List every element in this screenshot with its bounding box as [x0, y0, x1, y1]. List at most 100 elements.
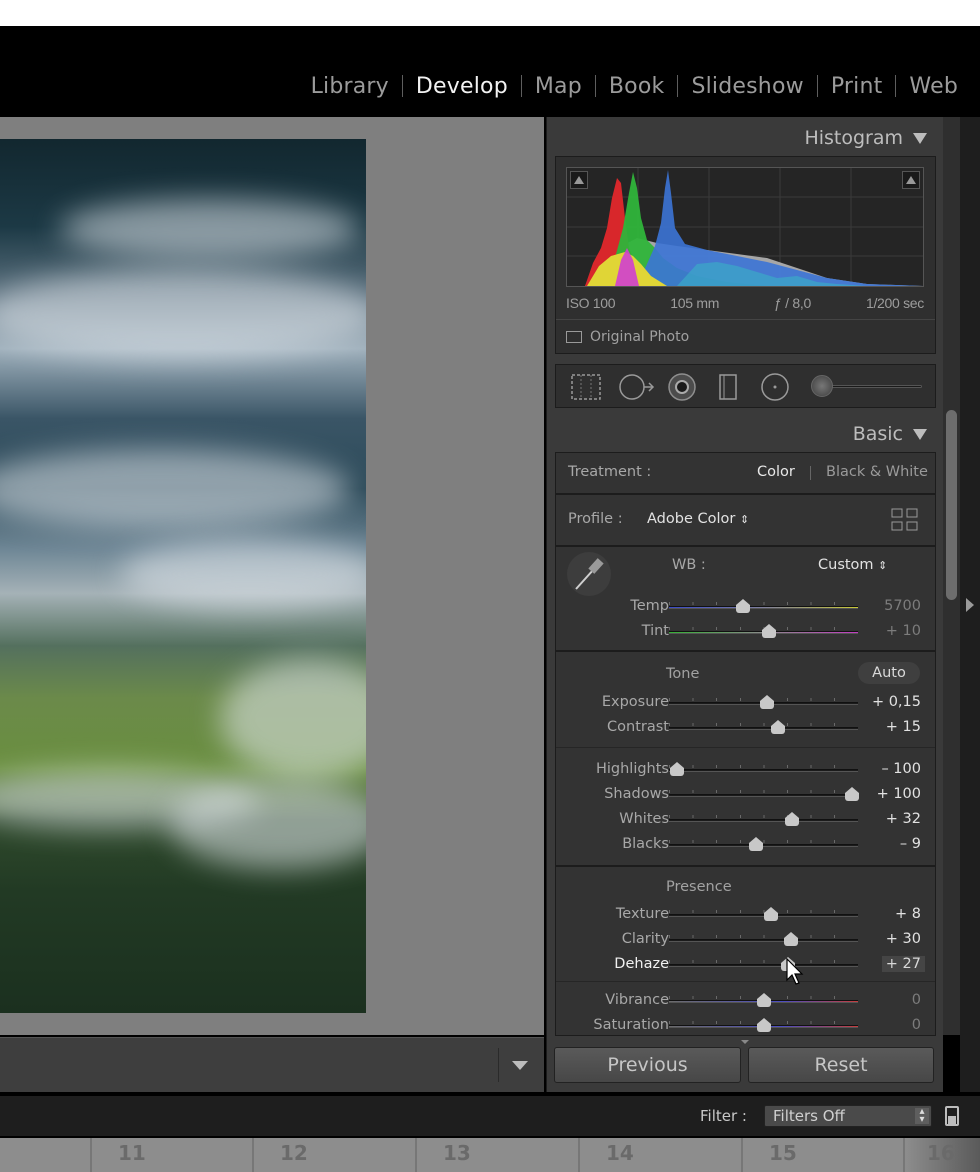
- dehaze-value[interactable]: + 27: [881, 956, 925, 972]
- red-eye-correction-icon[interactable]: [666, 373, 698, 403]
- filmstrip-thumb-number[interactable]: 11: [90, 1138, 252, 1172]
- mouse-cursor-icon: [786, 958, 804, 985]
- module-develop[interactable]: Develop: [403, 74, 521, 99]
- shadow-clipping-indicator-icon[interactable]: [570, 171, 588, 189]
- graduated-filter-icon[interactable]: [716, 373, 740, 401]
- collapse-triangle-icon[interactable]: [913, 428, 927, 440]
- crop-overlay-icon[interactable]: [570, 373, 602, 401]
- photo-canvas[interactable]: [0, 117, 544, 1035]
- module-book[interactable]: Book: [596, 74, 678, 99]
- saturation-slider-knob[interactable]: [756, 1018, 771, 1033]
- treatment-color-option[interactable]: Color: [757, 464, 795, 480]
- whites-slider-track[interactable]: [669, 819, 858, 822]
- saturation-slider-row[interactable]: Saturation 0: [556, 1015, 937, 1037]
- filmstrip-thumb-number[interactable]: 12: [252, 1138, 415, 1172]
- contrast-slider-track[interactable]: [669, 727, 858, 730]
- clarity-slider-row[interactable]: Clarity + 30: [556, 929, 937, 951]
- shadows-slider-row[interactable]: Shadows + 100: [556, 784, 937, 806]
- histogram-title: Histogram: [804, 127, 903, 149]
- wb-eyedropper-icon[interactable]: [566, 551, 612, 597]
- filmstrip-thumb-number[interactable]: 14: [578, 1138, 741, 1172]
- contrast-slider-knob[interactable]: [770, 720, 785, 735]
- temp-slider-track[interactable]: [669, 606, 858, 609]
- photo-toolbar: [0, 1037, 544, 1092]
- brush-size-slider-track[interactable]: [824, 385, 922, 388]
- whites-slider-knob[interactable]: [784, 812, 799, 827]
- auto-tone-button[interactable]: Auto: [858, 662, 920, 684]
- focal-length-value: 105 mm: [670, 295, 720, 311]
- shadows-slider-track[interactable]: [669, 794, 858, 797]
- module-print[interactable]: Print: [818, 74, 896, 99]
- filmstrip-thumb-number[interactable]: 15: [741, 1138, 903, 1172]
- module-map[interactable]: Map: [522, 74, 595, 99]
- shadows-slider-knob[interactable]: [845, 787, 860, 802]
- blacks-slider-row[interactable]: Blacks – 9: [556, 834, 937, 856]
- exposure-slider-row[interactable]: Exposure + 0,15: [556, 692, 937, 714]
- highlight-clipping-indicator-icon[interactable]: [902, 171, 920, 189]
- basic-header[interactable]: Basic: [853, 423, 927, 445]
- blacks-value[interactable]: – 9: [900, 836, 921, 852]
- histogram-panel: ISO 100 105 mm ƒ / 8,0 1/200 sec Origina…: [555, 156, 936, 354]
- temp-value[interactable]: 5700: [884, 598, 921, 614]
- exposure-value[interactable]: + 0,15: [872, 694, 921, 710]
- contrast-value[interactable]: + 15: [886, 719, 921, 735]
- temp-slider-row[interactable]: Temp 5700: [556, 596, 937, 618]
- shadows-slider-ticks: [669, 790, 858, 793]
- histogram-graph[interactable]: [566, 167, 924, 287]
- previous-button[interactable]: Previous: [554, 1047, 741, 1083]
- tint-slider-knob[interactable]: [762, 624, 777, 639]
- texture-value[interactable]: + 8: [895, 906, 921, 922]
- texture-slider-row[interactable]: Texture + 8: [556, 904, 937, 926]
- filmstrip-thumb-number[interactable]: 13: [415, 1138, 578, 1172]
- profile-browser-grid-icon[interactable]: [891, 508, 919, 532]
- highlights-slider-row[interactable]: Highlights – 100: [556, 759, 937, 781]
- vibrance-value[interactable]: 0: [912, 992, 921, 1008]
- tint-value[interactable]: + 10: [886, 623, 921, 639]
- filter-dropdown[interactable]: Filters Off ▴ ▾: [764, 1105, 932, 1127]
- clarity-slider-knob[interactable]: [783, 932, 798, 947]
- photo-preview[interactable]: [0, 139, 366, 1013]
- exposure-slider-knob[interactable]: [760, 695, 775, 710]
- blacks-slider-track[interactable]: [669, 844, 858, 847]
- wb-dropdown[interactable]: Custom ⇕: [818, 557, 887, 573]
- highlights-value[interactable]: – 100: [881, 761, 921, 777]
- module-slideshow[interactable]: Slideshow: [678, 74, 816, 99]
- tint-slider-row[interactable]: Tint + 10: [556, 621, 937, 643]
- temp-slider-knob[interactable]: [735, 599, 750, 614]
- reset-button[interactable]: Reset: [748, 1047, 934, 1083]
- highlights-slider-knob[interactable]: [669, 762, 684, 777]
- saturation-label: Saturation: [593, 1017, 669, 1033]
- dehaze-slider-row[interactable]: Dehaze + 27: [556, 954, 937, 976]
- clarity-value[interactable]: + 30: [886, 931, 921, 947]
- basic-title: Basic: [852, 423, 903, 445]
- contrast-slider-row[interactable]: Contrast + 15: [556, 717, 937, 739]
- highlights-slider-track[interactable]: [669, 769, 858, 772]
- filmstrip-thumb-number[interactable]: 16: [903, 1138, 980, 1172]
- module-web[interactable]: Web: [896, 74, 958, 99]
- collapse-triangle-icon[interactable]: [913, 132, 927, 144]
- histogram-header[interactable]: Histogram: [804, 127, 927, 149]
- original-photo-toggle[interactable]: Original Photo: [566, 329, 689, 345]
- profile-dropdown[interactable]: Adobe Color ⇕: [647, 511, 749, 527]
- brush-size-slider-knob[interactable]: [811, 375, 833, 397]
- vibrance-slider-knob[interactable]: [756, 993, 771, 1008]
- filter-lock-icon[interactable]: [945, 1106, 959, 1126]
- dehaze-slider-track[interactable]: [669, 964, 858, 967]
- toolbar-menu-arrow-icon[interactable]: [512, 1061, 528, 1070]
- whites-slider-row[interactable]: Whites + 32: [556, 809, 937, 831]
- clarity-slider-track[interactable]: [669, 939, 858, 942]
- panel-scrollbar-thumb[interactable]: [946, 410, 957, 600]
- saturation-value[interactable]: 0: [912, 1017, 921, 1033]
- blacks-slider-knob[interactable]: [748, 837, 763, 852]
- radial-filter-icon[interactable]: [760, 373, 790, 403]
- texture-slider-knob[interactable]: [764, 907, 779, 922]
- treatment-bw-option[interactable]: Black & White: [826, 464, 928, 480]
- shadows-label: Shadows: [604, 786, 669, 802]
- whites-value[interactable]: + 32: [886, 811, 921, 827]
- spot-removal-icon[interactable]: [618, 373, 656, 401]
- vibrance-slider-row[interactable]: Vibrance 0: [556, 990, 937, 1012]
- module-library[interactable]: Library: [298, 74, 402, 99]
- original-photo-checkbox[interactable]: [566, 331, 582, 343]
- shadows-value[interactable]: + 100: [877, 786, 921, 802]
- collapse-right-panel-icon[interactable]: [966, 598, 974, 612]
